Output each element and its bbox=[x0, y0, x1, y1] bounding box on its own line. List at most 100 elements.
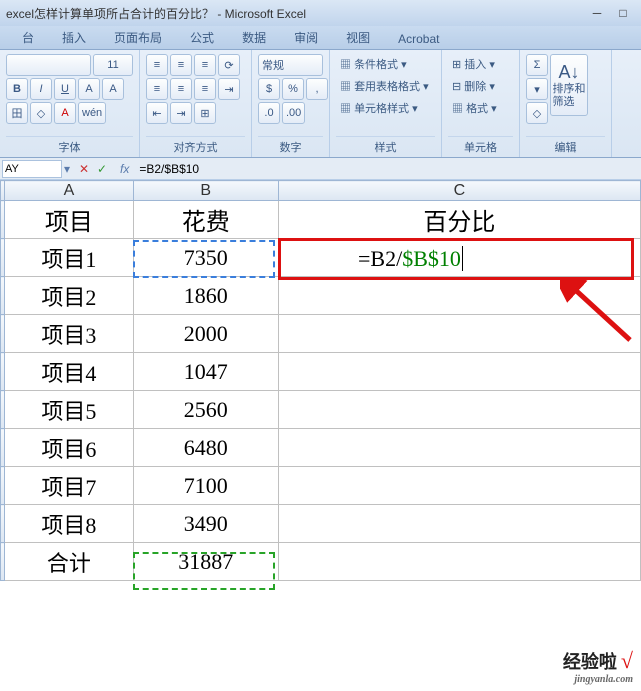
cell[interactable]: 项目6 bbox=[5, 429, 134, 467]
cell[interactable]: 7100 bbox=[133, 467, 278, 505]
cell[interactable] bbox=[278, 543, 640, 581]
watermark: 经验啦√ jingyanla.com bbox=[563, 648, 633, 685]
table-row: 项目5 2560 bbox=[1, 391, 641, 429]
cell[interactable]: 百分比 bbox=[278, 201, 640, 239]
formula-bar: AY ▾ ✕ ✓ fx bbox=[0, 158, 641, 180]
cell-b10[interactable]: 31887 bbox=[133, 543, 278, 581]
decrease-indent-button[interactable]: ⇤ bbox=[146, 102, 168, 124]
insert-cells-button[interactable]: ⊞ 插入 ▾ bbox=[448, 54, 513, 74]
formula-input[interactable] bbox=[135, 160, 641, 178]
percent-button[interactable]: % bbox=[282, 78, 304, 100]
format-icon: ▦ bbox=[340, 59, 351, 71]
cell-styles-button[interactable]: ▦ 单元格样式 ▾ bbox=[336, 98, 435, 118]
cell[interactable]: 项目8 bbox=[5, 505, 134, 543]
table-row: 项目6 6480 bbox=[1, 429, 641, 467]
fill-color-button[interactable]: ◇ bbox=[30, 102, 52, 124]
cell[interactable] bbox=[278, 277, 640, 315]
autosum-button[interactable]: Σ bbox=[526, 54, 548, 76]
cell[interactable] bbox=[278, 505, 640, 543]
sort-icon: A↓ bbox=[558, 62, 579, 83]
sort-filter-button[interactable]: A↓ 排序和 筛选 bbox=[550, 54, 588, 116]
cell[interactable]: 项目4 bbox=[5, 353, 134, 391]
underline-button[interactable]: U bbox=[54, 78, 76, 100]
merge-button[interactable]: ⊞ bbox=[194, 102, 216, 124]
format-cells-button[interactable]: ▦ 格式 ▾ bbox=[448, 98, 513, 118]
borders-button[interactable]: 田 bbox=[6, 102, 28, 124]
comma-button[interactable]: , bbox=[306, 78, 328, 100]
align-top-button[interactable]: ≡ bbox=[146, 54, 168, 76]
font-color-button[interactable]: A bbox=[54, 102, 76, 124]
table-row: 项目7 7100 bbox=[1, 467, 641, 505]
table-row: 项目3 2000 bbox=[1, 315, 641, 353]
align-left-button[interactable]: ≡ bbox=[146, 78, 168, 100]
orientation-button[interactable]: ⟳ bbox=[218, 54, 240, 76]
tab-view[interactable]: 视图 bbox=[332, 26, 384, 49]
tab-insert[interactable]: 插入 bbox=[48, 26, 100, 49]
tab-review[interactable]: 审阅 bbox=[280, 26, 332, 49]
shrink-font-button[interactable]: A bbox=[102, 78, 124, 100]
cell[interactable]: 项目5 bbox=[5, 391, 134, 429]
cancel-formula-button[interactable]: ✕ bbox=[76, 161, 92, 177]
ribbon: 11 B I U A A 田 ◇ A wén 字体 ≡ ≡ ≡ ⟳ bbox=[0, 50, 641, 158]
bold-button[interactable]: B bbox=[6, 78, 28, 100]
fill-button[interactable]: ▾ bbox=[526, 78, 548, 100]
decrease-decimal-button[interactable]: .00 bbox=[282, 102, 305, 124]
table-row: 项目2 1860 bbox=[1, 277, 641, 315]
align-right-button[interactable]: ≡ bbox=[194, 78, 216, 100]
col-header-a[interactable]: A bbox=[5, 181, 134, 201]
cell[interactable]: 2560 bbox=[133, 391, 278, 429]
increase-indent-button[interactable]: ⇥ bbox=[170, 102, 192, 124]
cell[interactable]: 合计 bbox=[5, 543, 134, 581]
tab-start[interactable]: 台 bbox=[8, 26, 48, 49]
cell[interactable]: 1860 bbox=[133, 277, 278, 315]
cell-b2[interactable]: 7350 bbox=[133, 239, 278, 277]
tab-layout[interactable]: 页面布局 bbox=[100, 26, 176, 49]
cell[interactable]: 花费 bbox=[133, 201, 278, 239]
wrap-text-button[interactable]: ⇥ bbox=[218, 78, 240, 100]
cell[interactable]: 项目1 bbox=[5, 239, 134, 277]
cell[interactable] bbox=[278, 467, 640, 505]
minimize-button[interactable]: ─ bbox=[585, 5, 609, 21]
col-header-b[interactable]: B bbox=[133, 181, 278, 201]
currency-button[interactable]: $ bbox=[258, 78, 280, 100]
cell[interactable] bbox=[278, 353, 640, 391]
font-family-combo[interactable] bbox=[6, 54, 91, 76]
cell[interactable]: 项目2 bbox=[5, 277, 134, 315]
table-row: 项目1 7350 bbox=[1, 239, 641, 277]
cell[interactable]: 1047 bbox=[133, 353, 278, 391]
maximize-button[interactable]: □ bbox=[611, 5, 635, 21]
table-format-button[interactable]: ▦ 套用表格格式 ▾ bbox=[336, 76, 435, 96]
tab-data[interactable]: 数据 bbox=[228, 26, 280, 49]
grow-font-button[interactable]: A bbox=[78, 78, 100, 100]
group-styles-label: 样式 bbox=[336, 136, 435, 155]
align-middle-button[interactable]: ≡ bbox=[170, 54, 192, 76]
cell[interactable]: 3490 bbox=[133, 505, 278, 543]
tab-acrobat[interactable]: Acrobat bbox=[384, 29, 453, 49]
increase-decimal-button[interactable]: .0 bbox=[258, 102, 280, 124]
cell[interactable]: 项目 bbox=[5, 201, 134, 239]
cell[interactable]: 项目3 bbox=[5, 315, 134, 353]
conditional-format-button[interactable]: ▦ 条件格式 ▾ bbox=[336, 54, 435, 74]
cell[interactable]: 项目7 bbox=[5, 467, 134, 505]
tab-formulas[interactable]: 公式 bbox=[176, 26, 228, 49]
worksheet[interactable]: A B C 项目 花费 百分比 项目1 7350 项目2 1860 项目3 20… bbox=[0, 180, 641, 581]
enter-formula-button[interactable]: ✓ bbox=[94, 161, 110, 177]
cell[interactable] bbox=[278, 429, 640, 467]
format-cells-icon: ▦ bbox=[452, 103, 463, 115]
group-align: ≡ ≡ ≡ ⟳ ≡ ≡ ≡ ⇥ ⇤ ⇥ ⊞ 对齐方式 bbox=[140, 50, 252, 157]
align-bottom-button[interactable]: ≡ bbox=[194, 54, 216, 76]
align-center-button[interactable]: ≡ bbox=[170, 78, 192, 100]
delete-cells-button[interactable]: ⊟ 删除 ▾ bbox=[448, 76, 513, 96]
cell[interactable]: 2000 bbox=[133, 315, 278, 353]
font-size-combo[interactable]: 11 bbox=[93, 54, 133, 76]
name-box[interactable]: AY bbox=[2, 160, 62, 178]
col-header-c[interactable]: C bbox=[278, 181, 640, 201]
fx-icon[interactable]: fx bbox=[114, 162, 135, 176]
clear-button[interactable]: ◇ bbox=[526, 102, 548, 124]
number-format-combo[interactable]: 常规 bbox=[258, 54, 323, 76]
phonetic-button[interactable]: wén bbox=[78, 102, 106, 124]
cell[interactable] bbox=[278, 391, 640, 429]
cell[interactable]: 6480 bbox=[133, 429, 278, 467]
italic-button[interactable]: I bbox=[30, 78, 52, 100]
cell[interactable] bbox=[278, 315, 640, 353]
